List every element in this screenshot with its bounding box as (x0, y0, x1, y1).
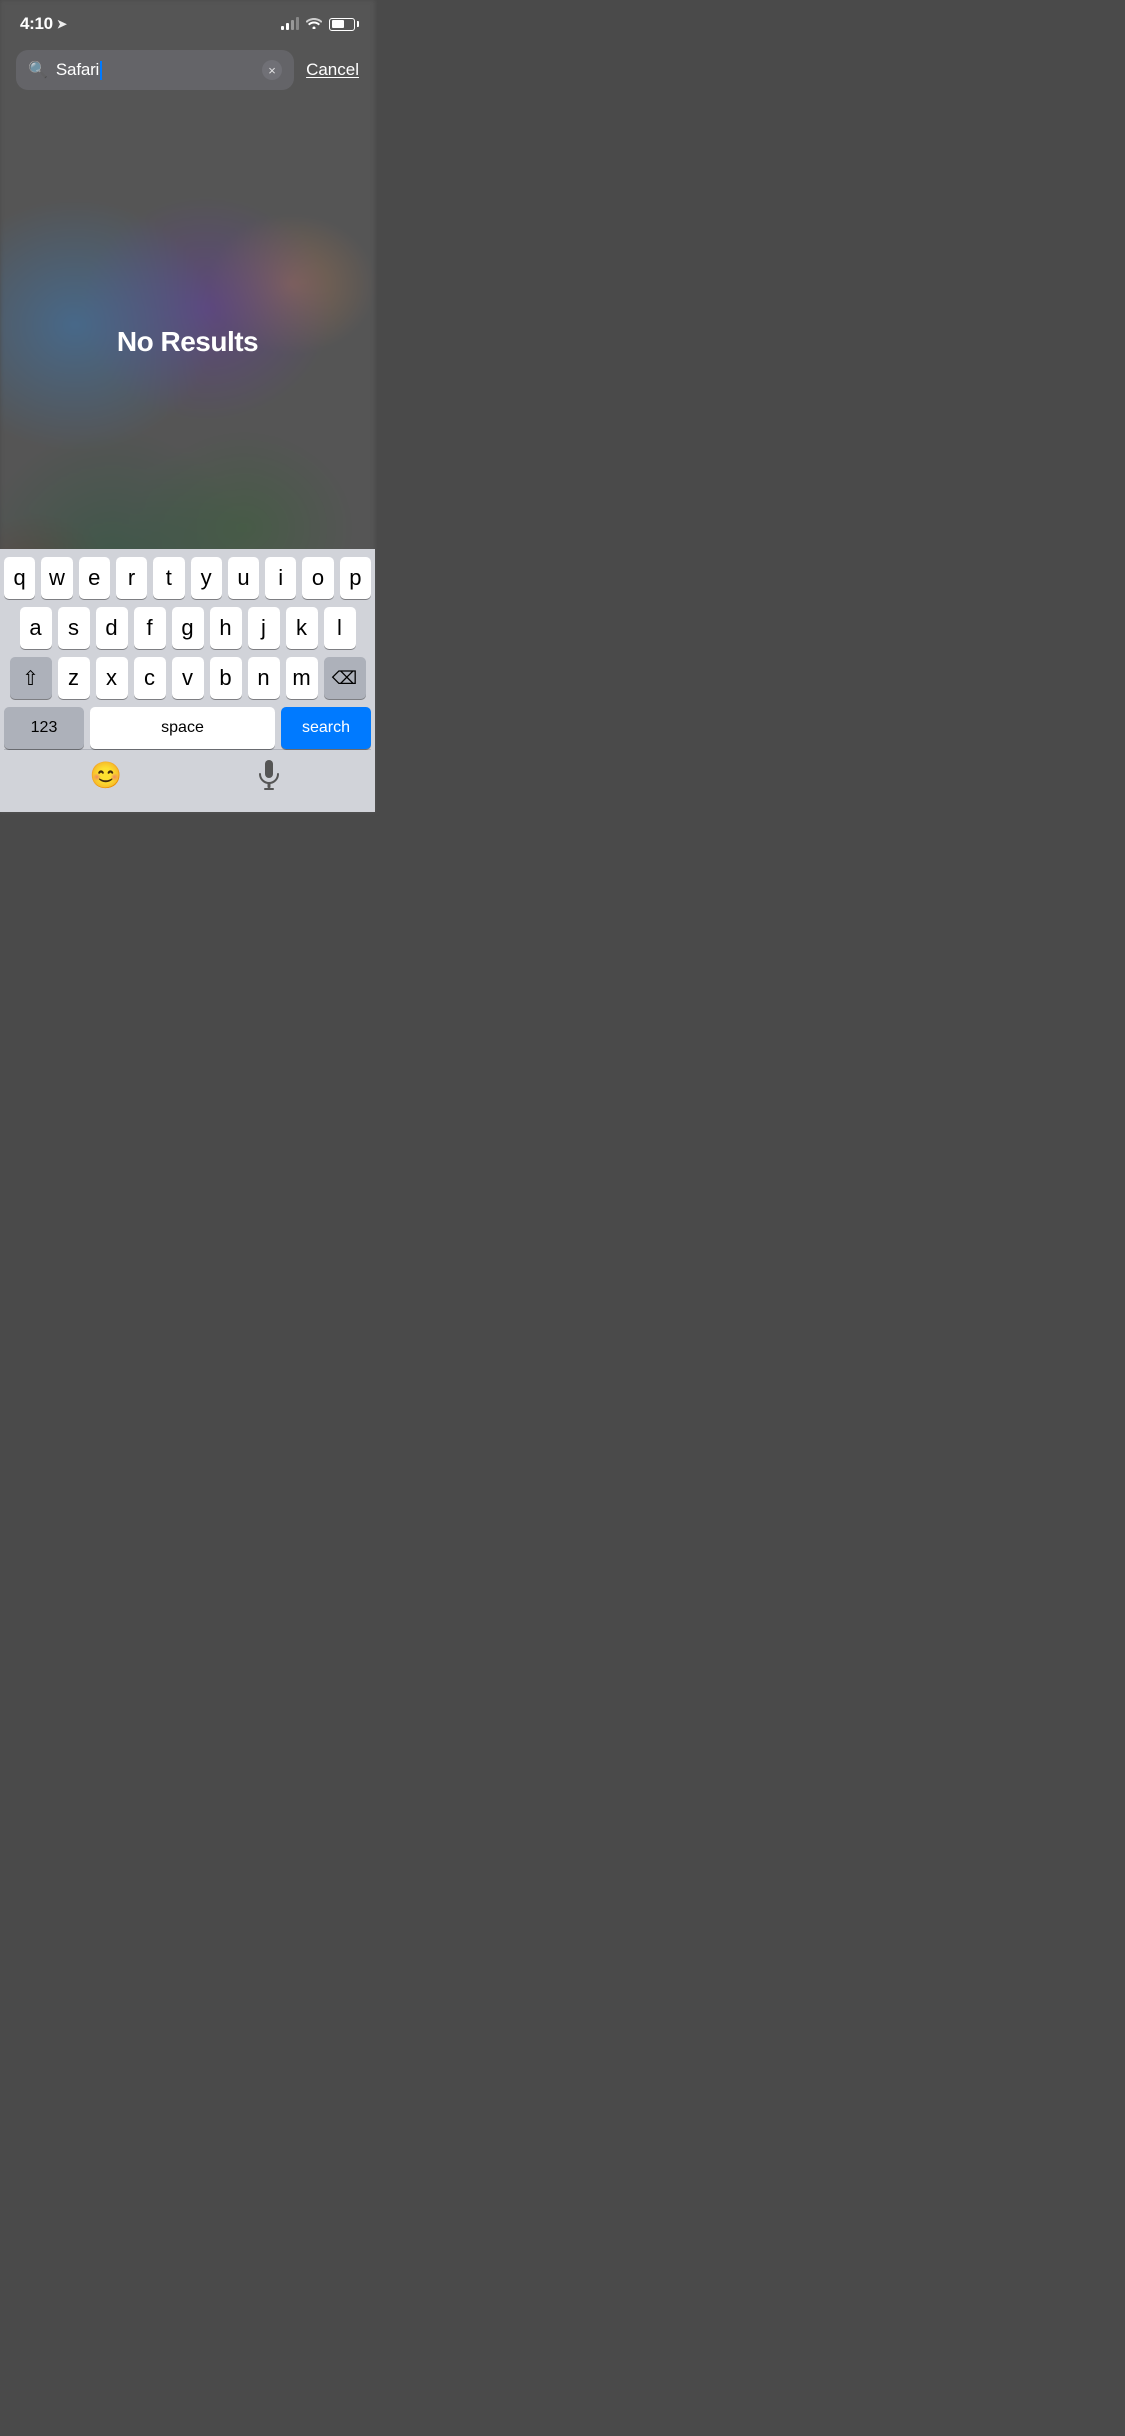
search-key[interactable]: search (281, 707, 371, 749)
keyboard-bottom-row: 123 space search (4, 707, 371, 749)
search-value: Safari (56, 60, 99, 79)
key-n[interactable]: n (248, 657, 280, 699)
space-label: space (161, 719, 204, 737)
emoji-icon: 😊 (90, 760, 122, 791)
clear-icon: × (268, 63, 276, 78)
key-w[interactable]: w (41, 557, 72, 599)
key-k[interactable]: k (286, 607, 318, 649)
search-icon: 🔍 (28, 60, 48, 80)
time-display: 4:10 (20, 14, 53, 34)
status-bar: 4:10 ➤ (0, 0, 375, 42)
signal-bar-3 (291, 20, 294, 30)
key-o[interactable]: o (302, 557, 333, 599)
search-area: 🔍 Safari × Cancel (0, 42, 375, 106)
key-p[interactable]: p (340, 557, 371, 599)
mic-icon (258, 760, 280, 790)
key-t[interactable]: t (153, 557, 184, 599)
signal-bar-2 (286, 23, 289, 30)
key-r[interactable]: r (116, 557, 147, 599)
battery-fill (332, 20, 345, 28)
key-f[interactable]: f (134, 607, 166, 649)
key-u[interactable]: u (228, 557, 259, 599)
key-v[interactable]: v (172, 657, 204, 699)
key-y[interactable]: y (191, 557, 222, 599)
cancel-button[interactable]: Cancel (306, 60, 359, 80)
no-results-area: No Results (0, 106, 375, 358)
signal-bar-1 (281, 26, 284, 30)
key-m[interactable]: m (286, 657, 318, 699)
keyboard-row-3: ⇧ z x c v b n m ⌫ (4, 657, 371, 699)
key-l[interactable]: l (324, 607, 356, 649)
status-right (281, 16, 355, 32)
search-key-label: search (302, 719, 350, 737)
no-results-text: No Results (0, 326, 375, 358)
battery-icon (329, 18, 355, 31)
status-time: 4:10 ➤ (20, 14, 67, 34)
emoji-button[interactable]: 😊 (89, 758, 123, 792)
signal-bar-4 (296, 17, 299, 30)
key-g[interactable]: g (172, 607, 204, 649)
cursor (100, 61, 102, 80)
numbers-label: 123 (31, 719, 58, 737)
keyboard-row-1: q w e r t y u i o p (4, 557, 371, 599)
shift-icon: ⇧ (22, 666, 39, 691)
key-x[interactable]: x (96, 657, 128, 699)
key-e[interactable]: e (79, 557, 110, 599)
space-key[interactable]: space (90, 707, 275, 749)
key-z[interactable]: z (58, 657, 90, 699)
key-d[interactable]: d (96, 607, 128, 649)
keyboard[interactable]: q w e r t y u i o p a s d f g h j k l ⇧ … (0, 549, 375, 812)
delete-key[interactable]: ⌫ (324, 657, 366, 699)
key-c[interactable]: c (134, 657, 166, 699)
wifi-icon (306, 16, 322, 32)
mic-button[interactable] (252, 758, 286, 792)
keyboard-bottom-toolbar: 😊 (4, 749, 371, 812)
keyboard-row-2: a s d f g h j k l (4, 607, 371, 649)
key-s[interactable]: s (58, 607, 90, 649)
clear-button[interactable]: × (262, 60, 282, 80)
key-h[interactable]: h (210, 607, 242, 649)
key-b[interactable]: b (210, 657, 242, 699)
signal-bars (281, 18, 299, 30)
search-bar[interactable]: 🔍 Safari × (16, 50, 294, 90)
key-a[interactable]: a (20, 607, 52, 649)
key-j[interactable]: j (248, 607, 280, 649)
numbers-key[interactable]: 123 (4, 707, 84, 749)
shift-key[interactable]: ⇧ (10, 657, 52, 699)
search-input[interactable]: Safari (56, 60, 254, 80)
key-i[interactable]: i (265, 557, 296, 599)
location-icon: ➤ (57, 17, 67, 31)
key-q[interactable]: q (4, 557, 35, 599)
